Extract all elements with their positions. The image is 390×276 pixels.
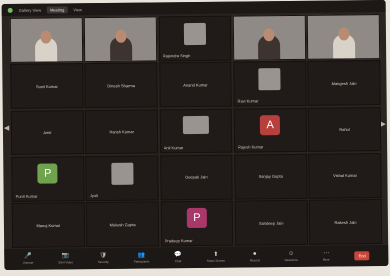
participant-tile[interactable]: P Punit Kumar [11, 156, 85, 202]
toolbar-button-mic[interactable]: 🎤 Unmute [23, 254, 34, 265]
view-button[interactable]: View [73, 7, 82, 12]
toolbar-button-label: More [322, 257, 330, 262]
participant-name-label: Pradeep Kumar [164, 238, 193, 244]
participant-thumbnail [110, 162, 134, 185]
toolbar-button-label: Chat [174, 259, 182, 264]
next-page-icon[interactable]: ▶ [380, 120, 385, 128]
participant-tile[interactable]: Sunil Kumar [10, 63, 84, 110]
participant-name: Amit [43, 129, 52, 136]
participant-tile[interactable]: Vishal Kumar [308, 152, 382, 199]
prev-page-icon[interactable]: ◀ [4, 124, 9, 132]
toolbar-button-share[interactable]: ⬆ Share Screen [207, 252, 225, 263]
toolbar-button-chat[interactable]: 💬 Chat [174, 252, 182, 263]
participant-name: Vishal Kumar [333, 173, 357, 179]
toolbar-button-label: Start Video [58, 260, 74, 265]
participant-avatar: P [186, 208, 207, 229]
toolbar-button-label: Security [97, 259, 109, 265]
toolbar-button-label: Record [249, 258, 260, 263]
more-icon: ⋯ [323, 250, 330, 257]
shield-icon: 🛡 [99, 252, 108, 260]
toolbar-button-participants[interactable]: 👥 Participants [133, 252, 150, 264]
record-icon: ⏺ [253, 251, 257, 258]
meeting-window: Gallery View Meeting View ◀ ▶ Rajendra S… [1, 0, 389, 271]
participant-name: Sandeep Jain [258, 220, 284, 226]
participant-name: Manoj Kumar [36, 222, 61, 228]
reactions-icon: ☺ [288, 250, 295, 258]
participant-name-label: Ravi Kumar [237, 98, 259, 104]
participant-avatar: P [37, 163, 58, 184]
camera-icon: 📷 [61, 253, 70, 260]
toolbar-button-label: Participants [133, 259, 150, 264]
participant-tile[interactable] [9, 17, 84, 63]
participant-tile[interactable]: Manoj Kumar [11, 202, 85, 248]
participant-tile[interactable]: Ravi Kumar [233, 61, 307, 107]
participant-name: Rakesh Jain [334, 219, 357, 225]
toolbar-button-label: Unmute [22, 260, 34, 265]
participant-name-label: Rajesh Kumar [237, 144, 264, 150]
participant-tile[interactable]: Anand Kumar [158, 61, 233, 108]
participant-name: Sanjay Gupta [258, 173, 283, 180]
participant-thumbnail [182, 115, 209, 134]
participant-face [115, 29, 127, 43]
participant-name: Dinesh Sharma [107, 82, 135, 89]
participant-name-label: Anil Kumar [163, 145, 184, 151]
participant-grid: Rajendra Singh Sunil Kumar Dinesh Sharma An… [9, 14, 383, 248]
participant-tile[interactable]: Sanjay Gupta [234, 153, 308, 200]
participant-tile[interactable]: Rajendra Singh [158, 15, 232, 62]
mic-icon: 🎤 [24, 253, 32, 260]
toolbar-button-shield[interactable]: 🛡 Security [98, 253, 109, 264]
participant-avatar: A [260, 114, 281, 135]
participant-face [40, 30, 52, 44]
toolbar-button-record[interactable]: ⏺ Record [250, 251, 260, 262]
participant-tile[interactable]: Rakesh Jain [308, 199, 383, 245]
toolbar-button-label: Share Screen [206, 258, 226, 263]
participant-face [263, 27, 275, 42]
participant-face [337, 27, 350, 41]
share-icon: ⬆ [213, 251, 219, 258]
end-meeting-button[interactable]: End [354, 251, 370, 261]
participant-tile[interactable]: P Pradeep Kumar [160, 200, 234, 247]
participant-tile[interactable] [306, 14, 381, 60]
participant-thumbnail [258, 68, 281, 91]
participant-tile[interactable]: Mangesh Jain [307, 60, 381, 106]
participant-name: Harish Kumar [109, 129, 134, 135]
participants-icon: 👥 [137, 252, 146, 259]
participant-name-label: Jyoti [89, 192, 99, 198]
participant-tile[interactable] [84, 16, 158, 62]
participant-tile[interactable]: Jyoti [85, 155, 159, 201]
meeting-toolbar: 🎤 Unmute 📷 Start Video 🛡 Security 👥 Participant… [4, 244, 389, 271]
participant-tile[interactable]: Amit [10, 109, 84, 156]
app-label: Gallery View [18, 7, 42, 13]
toolbar-button-camera[interactable]: 📷 Start Video [58, 253, 73, 264]
toolbar-button-label: Reactions [284, 257, 298, 263]
participant-tile[interactable]: Dinesh Sharma [84, 62, 158, 109]
participant-tile[interactable]: Rahul [307, 106, 382, 153]
participant-tile[interactable]: Deepak Jain [159, 154, 234, 201]
participant-tile[interactable]: Harish Kumar [85, 108, 159, 155]
meeting-title: Meeting [47, 5, 68, 14]
participant-tile[interactable]: Anil Kumar [159, 108, 233, 154]
connection-icon [7, 7, 13, 13]
participant-name-label: Rajendra Singh [162, 52, 191, 59]
toolbar-button-reactions[interactable]: ☺ Reactions [284, 250, 298, 263]
participant-name-label: Punit Kumar [15, 193, 38, 199]
participant-name: Mukesh Gupta [109, 221, 136, 227]
chat-icon: 💬 [174, 252, 182, 259]
participant-name: Sunil Kumar [35, 83, 58, 89]
participant-name: Anand Kumar [183, 82, 208, 88]
participant-tile[interactable]: Mukesh Gupta [85, 201, 160, 248]
participant-name: Deepak Jain [185, 174, 208, 180]
participant-tile[interactable] [232, 14, 306, 61]
participant-name: Mangesh Jain [331, 80, 357, 86]
toolbar-button-more[interactable]: ⋯ More [323, 251, 330, 262]
participant-thumbnail [183, 22, 207, 46]
participant-name: Rahul [339, 126, 350, 132]
participant-tile[interactable]: A Rajesh Kumar [233, 107, 307, 153]
participant-tile[interactable]: Sandeep Jain [234, 200, 308, 246]
